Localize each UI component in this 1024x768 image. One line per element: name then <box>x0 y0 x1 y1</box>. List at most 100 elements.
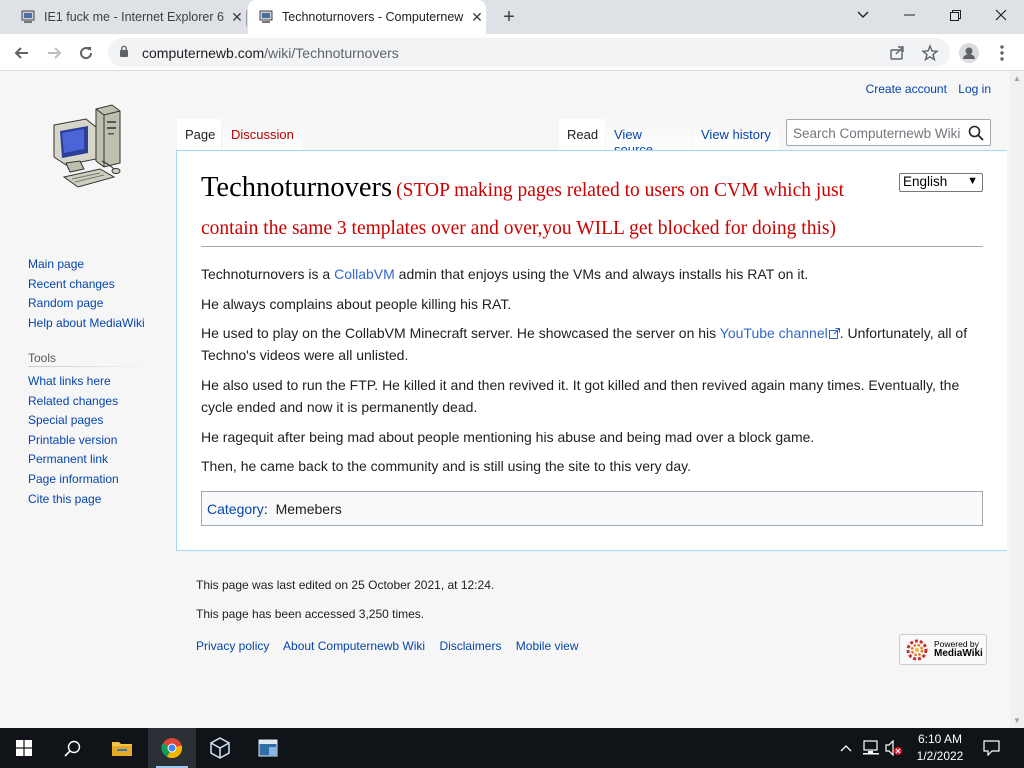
tab-discussion-label: Discussion <box>231 127 294 142</box>
paragraph-3: He used to play on the CollabVM Minecraf… <box>201 322 983 366</box>
browser-tab-ie1[interactable]: IE1 fuck me - Internet Explorer 6 ✕ <box>14 0 246 34</box>
search-icon <box>63 740 80 757</box>
sidebar-tools: What links here Related changes Special … <box>28 372 119 509</box>
sidebar-item-special-pages[interactable]: Special pages <box>28 411 119 431</box>
category-separator: : <box>263 501 268 517</box>
paragraph-4: He also used to run the FTP. He killed i… <box>201 377 960 415</box>
web-page: Create account Log in Page Discussion Re… <box>0 71 1024 728</box>
select-chevron-icon: ▼ <box>967 175 978 187</box>
network-icon[interactable] <box>862 740 880 759</box>
start-button[interactable] <box>0 728 48 768</box>
bookmark-star-icon[interactable] <box>921 44 939 62</box>
tab-search-button[interactable] <box>840 4 886 26</box>
browser-tab-strip: IE1 fuck me - Internet Explorer 6 ✕ Tech… <box>0 0 1024 34</box>
sidebar-divider <box>28 366 148 367</box>
tab-title: IE1 fuck me - Internet Explorer 6 <box>44 10 224 24</box>
page-title: Technoturnovers (STOP making pages relat… <box>201 169 901 248</box>
site-logo-computer-icon[interactable] <box>44 103 134 198</box>
tab-view-history[interactable]: View history <box>693 119 779 151</box>
browser-toolbar: computernewb.com/wiki/Technoturnovers <box>0 34 1024 71</box>
sidebar-item-main-page[interactable]: Main page <box>28 255 145 275</box>
sidebar-item-permanent-link[interactable]: Permanent link <box>28 450 119 470</box>
arrow-left-icon <box>14 47 28 59</box>
url-text: computernewb.com/wiki/Technoturnovers <box>142 45 399 61</box>
sidebar-item-random-page[interactable]: Random page <box>28 294 145 314</box>
chevron-down-icon <box>857 11 869 18</box>
footer-privacy-link[interactable]: Privacy policy <box>196 639 269 653</box>
clock-time: 6:10 AM <box>917 732 963 746</box>
lock-icon[interactable] <box>119 45 129 58</box>
paragraph-2: He always complains about people killing… <box>201 296 512 312</box>
close-tab-icon[interactable]: ✕ <box>468 8 486 26</box>
footer-disclaimers-link[interactable]: Disclaimers <box>439 639 501 653</box>
close-window-button[interactable] <box>978 4 1024 26</box>
category-link[interactable]: Category <box>207 501 264 517</box>
taskbar-chrome[interactable] <box>148 728 196 768</box>
language-select[interactable]: English ▼ <box>899 173 983 192</box>
reload-button[interactable] <box>74 41 98 65</box>
footer-links: Privacy policy About Computernewb Wiki D… <box>196 639 590 653</box>
powered-by-bottom: MediaWiki <box>934 648 983 659</box>
wiki-favicon-icon <box>21 10 35 23</box>
browser-tab-technoturnovers[interactable]: Technoturnovers - Computernewb ✕ <box>248 0 486 34</box>
notifications-icon[interactable] <box>983 739 1000 759</box>
sidebar-item-cite-this-page[interactable]: Cite this page <box>28 490 119 510</box>
url-host: computernewb.com <box>142 45 265 61</box>
scroll-up-icon[interactable]: ▲ <box>1013 74 1021 83</box>
sidebar-item-what-links-here[interactable]: What links here <box>28 372 119 392</box>
address-bar[interactable]: computernewb.com/wiki/Technoturnovers <box>108 38 950 67</box>
restore-button[interactable] <box>932 4 978 26</box>
taskbar-file-explorer[interactable] <box>98 728 146 768</box>
browser-menu-button[interactable] <box>990 41 1014 65</box>
tab-discussion[interactable]: Discussion <box>223 119 303 151</box>
share-icon[interactable] <box>888 44 906 62</box>
create-account-link[interactable]: Create account <box>866 82 947 96</box>
scroll-down-icon[interactable]: ▼ <box>1013 716 1021 725</box>
folder-icon <box>112 742 132 756</box>
forward-button[interactable] <box>42 41 66 65</box>
taskbar-search-button[interactable] <box>48 728 96 768</box>
reload-icon <box>80 47 93 60</box>
taskbar-virtualbox[interactable] <box>196 728 244 768</box>
sidebar-item-printable-version[interactable]: Printable version <box>28 431 119 451</box>
footer-mobile-view-link[interactable]: Mobile view <box>516 639 579 653</box>
tab-read-label: Read <box>567 127 599 142</box>
youtube-channel-link[interactable]: YouTube channel <box>720 325 840 341</box>
search-icon[interactable] <box>968 125 984 141</box>
application-window-icon <box>258 739 278 757</box>
profile-button[interactable] <box>957 41 981 65</box>
new-tab-button[interactable]: + <box>498 6 520 28</box>
windows-taskbar: 6:10 AM 1/2/2022 <box>0 728 1024 768</box>
tab-view-source[interactable]: View source <box>606 119 692 157</box>
tab-page[interactable]: Page <box>177 119 221 151</box>
category-memebers-link[interactable]: Memebers <box>276 501 342 517</box>
sidebar-item-recent-changes[interactable]: Recent changes <box>28 275 145 295</box>
virtualbox-cube-icon <box>210 737 230 759</box>
paragraph-5: He ragequit after being mad about people… <box>201 429 815 445</box>
tab-read[interactable]: Read <box>559 119 605 151</box>
taskbar-clock[interactable]: 6:10 AM 1/2/2022 <box>900 731 980 765</box>
minimize-button[interactable] <box>886 4 932 26</box>
sidebar-item-help[interactable]: Help about MediaWiki <box>28 314 145 334</box>
category-box: Category: Memebers <box>201 491 983 526</box>
collabvm-link[interactable]: CollabVM <box>334 266 395 282</box>
powered-by-mediawiki-badge[interactable]: Powered by MediaWiki <box>899 634 987 665</box>
page-scrollbar[interactable]: ▲ ▼ <box>1010 71 1024 728</box>
footer-about-link[interactable]: About Computernewb Wiki <box>283 639 425 653</box>
tray-overflow-chevron-icon[interactable] <box>840 740 852 755</box>
log-in-link[interactable]: Log in <box>958 82 991 96</box>
wiki-search-input[interactable]: Search Computernewb Wiki <box>786 119 991 146</box>
powered-by-text: Powered by MediaWiki <box>934 640 983 659</box>
taskbar-app-window[interactable] <box>244 728 292 768</box>
back-button[interactable] <box>10 41 34 65</box>
url-path: /wiki/Technoturnovers <box>264 45 399 61</box>
sidebar-item-related-changes[interactable]: Related changes <box>28 392 119 412</box>
close-tab-icon[interactable]: ✕ <box>228 8 246 26</box>
page-title-main: Technoturnovers <box>201 172 393 203</box>
personal-tools: Create account Log in <box>858 82 991 96</box>
language-selected: English <box>903 174 948 189</box>
arrow-right-icon <box>48 47 62 59</box>
footer-last-edited: This page was last edited on 25 October … <box>196 578 495 592</box>
sidebar-item-page-information[interactable]: Page information <box>28 470 119 490</box>
youtube-channel-link-text: YouTube channel <box>719 325 828 341</box>
